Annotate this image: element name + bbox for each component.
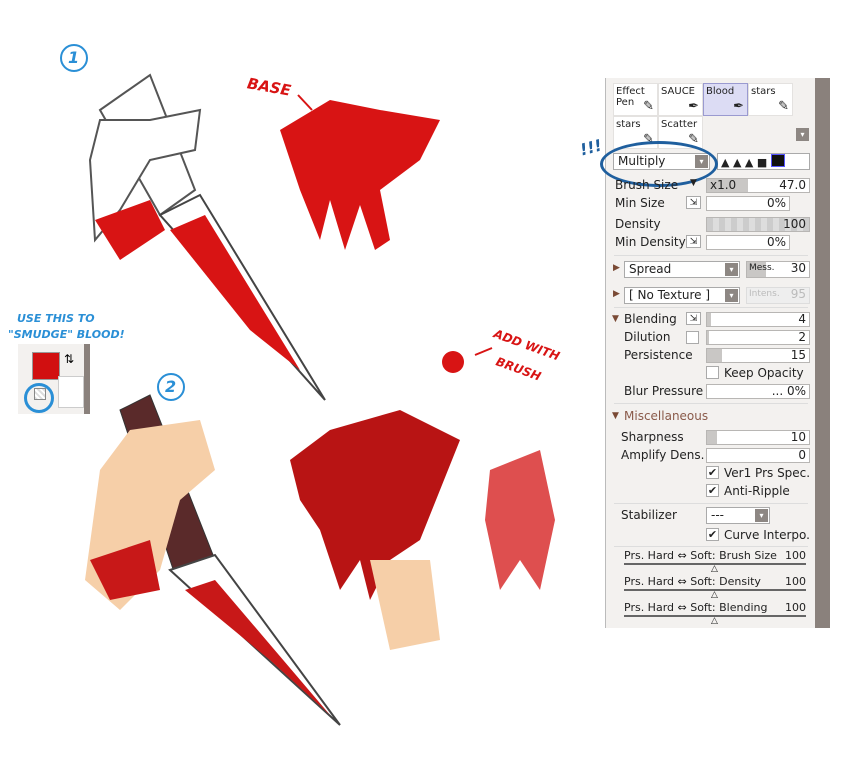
brush-blood[interactable]: Blood ✒ [703,83,748,116]
amplify-density-label: Amplify Dens. [621,448,705,462]
size-dropdown-arrow[interactable]: ▼ [690,178,697,188]
min-size-slider[interactable]: 0% [706,196,790,211]
min-size-label: Min Size [615,196,665,210]
exclaim-annotation: !!! [577,135,604,160]
brush-shape-buttons[interactable]: ▲ ▲ ▲ ■ [717,153,810,170]
smudge-annotation-2: "SMUDGE" BLOOD! [8,328,125,341]
slider-knob-icon: △ [711,564,718,574]
chevron-down-icon: ▾ [755,509,768,522]
chevron-down-icon: ▾ [725,289,738,302]
brush-list-scroll-button[interactable]: ▾ [796,128,809,141]
density-label: Density [615,217,661,231]
sharpness-label: Sharpness [621,430,684,444]
keep-opacity-label: Keep Opacity [724,366,804,380]
blur-pressure-label: Blur Pressure [624,384,704,398]
stabilizer-dropdown[interactable]: --- ▾ [706,507,770,524]
min-density-label: Min Density [615,235,686,249]
brush-size-label: Brush Size [615,178,679,192]
miscellaneous-header[interactable]: Miscellaneous [624,409,708,423]
prs-density-slider[interactable]: Prs. Hard ⇔ Soft: Density 100 △ [624,575,806,600]
curve-interpo-checkbox[interactable]: ✔ [706,528,719,541]
pencil-icon: ✎ [643,99,654,114]
persistence-label: Persistence [624,348,693,362]
keep-opacity-checkbox[interactable] [706,366,719,379]
prs-blending-slider[interactable]: Prs. Hard ⇔ Soft: Blending 100 △ [624,601,806,626]
anti-ripple-label: Anti-Ripple [724,484,790,498]
intensity-slider: Intens. 95 [746,287,810,304]
dilution-checkbox[interactable] [686,331,699,344]
texture-dropdown[interactable]: [ No Texture ] ▾ [624,287,740,304]
dilution-label: Dilution [624,330,671,344]
swap-colors-icon[interactable]: ⇅ [64,352,74,366]
hand-drawing-base [280,100,440,250]
hand-drawing-2 [290,410,460,650]
red-dot [442,351,464,373]
blur-pressure-slider[interactable]: ... 0% [706,384,810,399]
ver1-prs-label: Ver1 Prs Spec. [724,466,811,480]
expand-icon[interactable]: ▶ [613,289,620,299]
pressure-icon[interactable]: ⇲ [686,196,701,209]
stabilizer-label: Stabilizer [621,508,677,522]
pencil-icon: ✎ [778,99,789,114]
brush-effect-pen[interactable]: Effect Pen ✎ [613,83,658,116]
brush-stars[interactable]: stars ✎ [748,83,793,116]
panel-scrollbar[interactable] [815,78,830,628]
artwork [60,44,555,726]
transparent-highlight-circle [24,383,54,413]
pen-icon: ✒ [733,99,744,114]
anti-ripple-checkbox[interactable]: ✔ [706,484,719,497]
curve-interpo-label: Curve Interpo. [724,528,810,542]
pen-icon: ✒ [688,99,699,114]
brush-settings-panel: Effect Pen ✎ SAUCE ✒ Blood ✒ stars ✎ stars ✎ … [600,78,816,628]
secondary-color-swatch[interactable] [58,376,84,408]
pressure-icon[interactable]: ⇲ [686,312,701,325]
slider-knob-icon: △ [711,616,718,626]
amplify-density-slider[interactable]: 0 [706,448,810,463]
dilution-slider[interactable]: 2 [706,330,810,345]
knife-drawing-1 [88,73,326,401]
collapse-icon[interactable]: ▼ [612,411,619,421]
slider-knob-icon: △ [711,590,718,600]
blending-label: Blending [624,312,677,326]
expand-icon[interactable]: ▶ [613,263,620,273]
min-density-slider[interactable]: 0% [706,235,790,250]
smudge-annotation-1: USE THIS TO [17,312,95,325]
step-1-label: 1 [68,48,80,67]
persistence-slider[interactable]: 15 [706,348,810,363]
chevron-down-icon: ▾ [725,263,738,276]
density-slider[interactable]: 100 [706,217,810,232]
mess-slider[interactable]: Mess. 30 [746,261,810,278]
brush-size-slider[interactable]: x1.0 47.0 [706,178,810,193]
brush-sauce[interactable]: SAUCE ✒ [658,83,703,116]
pencil-icon: ✎ [688,132,699,147]
step-2-label: 2 [165,377,177,396]
pressure-icon[interactable]: ⇲ [686,235,701,248]
ver1-prs-checkbox[interactable]: ✔ [706,466,719,479]
prs-brush-size-slider[interactable]: Prs. Hard ⇔ Soft: Brush Size 100 △ [624,549,806,574]
blending-slider[interactable]: 4 [706,312,810,327]
knife-drawing-2 [85,394,341,726]
blood-splatter-drawing [442,351,555,590]
sharpness-slider[interactable]: 10 [706,430,810,445]
primary-color-swatch[interactable] [32,352,60,380]
collapse-icon[interactable]: ▼ [612,314,619,324]
spread-dropdown[interactable]: Spread ▾ [624,261,740,278]
